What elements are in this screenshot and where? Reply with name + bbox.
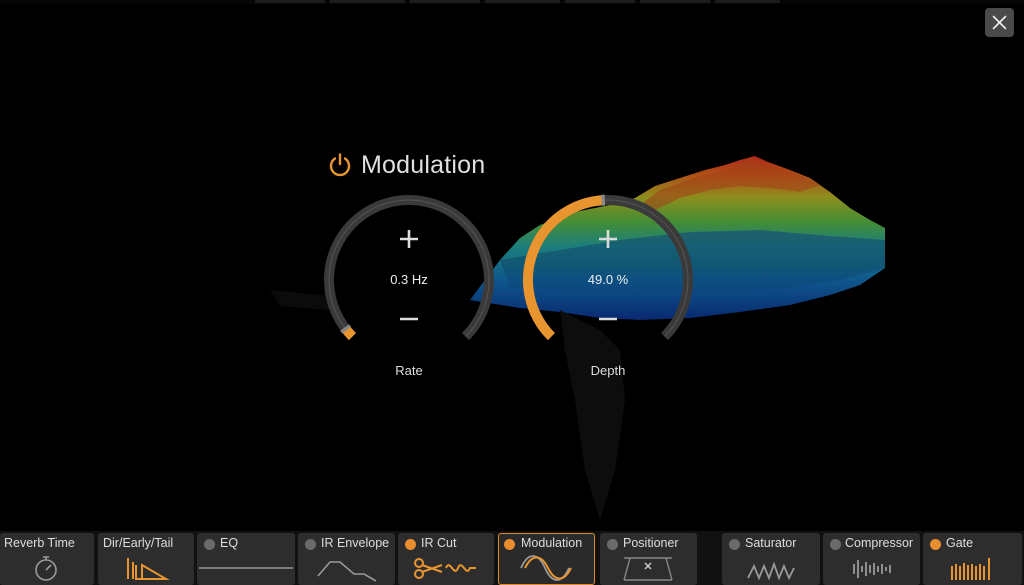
tab-gate[interactable]: Gate bbox=[923, 533, 1022, 585]
close-button[interactable] bbox=[985, 8, 1014, 37]
depth-label: Depth bbox=[590, 363, 626, 378]
tab-compressor[interactable]: Compressor bbox=[823, 533, 920, 585]
tab-label: IR Envelope bbox=[321, 536, 390, 550]
stopwatch-icon bbox=[35, 556, 57, 581]
dir-early-tail-icon bbox=[127, 558, 170, 580]
tab-saturator[interactable]: Saturator bbox=[722, 533, 820, 585]
tab-ir-envelope[interactable]: IR Envelope bbox=[298, 533, 395, 585]
tab-label: Positioner bbox=[623, 536, 679, 550]
tab-label: EQ bbox=[220, 536, 239, 550]
saturator-wave-icon bbox=[747, 561, 795, 581]
tab-enable-indicator[interactable] bbox=[305, 539, 316, 550]
impulse-response-terrain bbox=[270, 156, 885, 520]
module-tab-bar: Reverb Time Dir/Early/Tail EQ IR Envelop… bbox=[0, 531, 1024, 585]
tab-enable-indicator[interactable] bbox=[930, 539, 941, 550]
tab-positioner[interactable]: Positioner bbox=[600, 533, 697, 585]
rate-label: Rate bbox=[395, 363, 423, 378]
minus-icon bbox=[400, 317, 418, 321]
eq-curve-icon bbox=[199, 567, 293, 569]
power-icon[interactable] bbox=[327, 152, 353, 178]
scissors-icon bbox=[414, 558, 476, 579]
module-title: Modulation bbox=[361, 150, 486, 179]
module-header: Modulation bbox=[327, 150, 485, 180]
tab-label: Reverb Time bbox=[4, 536, 75, 550]
tab-label: IR Cut bbox=[421, 536, 457, 550]
tab-enable-indicator[interactable] bbox=[504, 539, 515, 550]
tab-enable-indicator[interactable] bbox=[729, 539, 740, 550]
tab-ir-cut[interactable]: IR Cut bbox=[398, 533, 494, 585]
plus-icon bbox=[400, 230, 418, 248]
depth-increase-button[interactable] bbox=[595, 226, 621, 252]
tab-label: Gate bbox=[946, 536, 974, 550]
rate-decrease-button[interactable] bbox=[396, 306, 422, 332]
depth-decrease-button[interactable] bbox=[595, 306, 621, 332]
depth-knob[interactable]: 49.0 % Depth bbox=[521, 193, 695, 383]
plus-icon bbox=[599, 230, 617, 248]
minus-icon bbox=[599, 317, 617, 321]
sine-wave-icon bbox=[520, 555, 572, 581]
rate-increase-button[interactable] bbox=[396, 226, 422, 252]
tab-label: Compressor bbox=[845, 536, 914, 550]
rate-knob[interactable]: 0.3 Hz Rate bbox=[322, 193, 496, 383]
positioner-icon bbox=[623, 557, 673, 581]
tab-label: Dir/Early/Tail bbox=[103, 536, 174, 550]
tab-eq[interactable]: EQ bbox=[197, 533, 295, 585]
tab-label: Modulation bbox=[521, 536, 583, 550]
tab-label: Saturator bbox=[745, 536, 797, 550]
close-icon bbox=[992, 15, 1007, 30]
compressor-icon bbox=[853, 560, 891, 578]
tab-enable-indicator[interactable] bbox=[607, 539, 618, 550]
tab-modulation[interactable]: Modulation bbox=[498, 533, 595, 585]
tab-reverb-time[interactable]: Reverb Time bbox=[0, 533, 94, 585]
tab-enable-indicator[interactable] bbox=[830, 539, 841, 550]
rate-value: 0.3 Hz bbox=[390, 272, 428, 287]
tab-enable-indicator[interactable] bbox=[405, 539, 416, 550]
tab-enable-indicator[interactable] bbox=[204, 539, 215, 550]
gate-icon bbox=[951, 558, 990, 580]
envelope-icon bbox=[317, 561, 377, 582]
tab-dir-early-tail[interactable]: Dir/Early/Tail bbox=[98, 533, 194, 585]
depth-value: 49.0 % bbox=[587, 272, 629, 287]
